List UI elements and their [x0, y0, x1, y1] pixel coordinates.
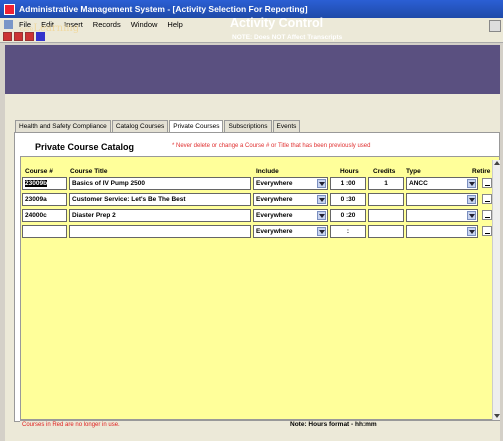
course-no-field[interactable]: 23009a [22, 193, 67, 206]
course-title-field[interactable]: Customer Service: Let's Be The Best [69, 193, 251, 206]
credits-field[interactable] [368, 193, 404, 206]
chevron-down-icon[interactable] [467, 179, 476, 188]
table-row: 23009a Customer Service: Let's Be The Be… [22, 193, 498, 206]
retire-checkbox[interactable] [482, 194, 492, 204]
page-title: Activity Control [230, 16, 324, 30]
table-row: Everywhere : [22, 225, 498, 238]
scroll-down-icon[interactable] [494, 414, 500, 418]
tab-subscriptions[interactable]: Subscriptions [224, 120, 272, 132]
chevron-down-icon[interactable] [467, 195, 476, 204]
course-no-field[interactable]: 24000c [22, 209, 67, 222]
retire-checkbox[interactable] [482, 210, 492, 220]
tab-strip: Health and Safety Compliance Catalog Cou… [15, 120, 301, 132]
type-select[interactable] [406, 193, 478, 206]
include-select[interactable]: Everywhere [253, 225, 328, 238]
include-select[interactable]: Everywhere [253, 193, 328, 206]
tab-events[interactable]: Events [272, 120, 301, 132]
col-header-course-title: Course Title [70, 168, 108, 175]
col-header-retire: Retire [472, 168, 491, 175]
exit-icon[interactable] [489, 20, 501, 32]
credits-field[interactable] [368, 209, 404, 222]
logo: careLearning [20, 23, 80, 34]
menu-records[interactable]: Records [93, 20, 121, 29]
report-icon[interactable] [3, 32, 12, 41]
chevron-down-icon[interactable] [467, 211, 476, 220]
chevron-down-icon[interactable] [317, 179, 326, 188]
hours-field[interactable]: 0 :20 [330, 209, 366, 222]
chevron-down-icon[interactable] [317, 195, 326, 204]
include-select[interactable]: Everywhere [253, 209, 328, 222]
type-select[interactable] [406, 209, 478, 222]
credits-field[interactable] [368, 225, 404, 238]
hours-field[interactable]: : [330, 225, 366, 238]
course-title-field[interactable]: Diaster Prep 2 [69, 209, 251, 222]
retire-checkbox[interactable] [482, 178, 492, 188]
course-title-field[interactable]: Basics of IV Pump 2500 [69, 177, 251, 190]
course-no-field[interactable]: 23009b [22, 177, 67, 190]
menu-window[interactable]: Window [131, 20, 158, 29]
col-header-course-no: Course # [25, 168, 53, 175]
tab-catalog-courses[interactable]: Catalog Courses [111, 120, 169, 132]
vertical-scrollbar[interactable] [492, 160, 500, 420]
col-header-type: Type [406, 168, 421, 175]
course-title-field[interactable] [69, 225, 251, 238]
retire-checkbox[interactable] [482, 226, 492, 236]
col-header-credits: Credits [373, 168, 396, 175]
table-row: 23009b Basics of IV Pump 2500 Everywhere… [22, 177, 498, 190]
menu-help[interactable]: Help [167, 20, 182, 29]
chevron-down-icon[interactable] [467, 227, 476, 236]
app-icon [4, 3, 15, 15]
header-banner [5, 45, 500, 94]
chevron-down-icon[interactable] [317, 227, 326, 236]
hours-field[interactable]: 0 :30 [330, 193, 366, 206]
scroll-up-icon[interactable] [494, 161, 500, 165]
type-select[interactable]: ANCC [406, 177, 478, 190]
hours-field[interactable]: 1 :00 [330, 177, 366, 190]
chevron-down-icon[interactable] [317, 211, 326, 220]
tab-health-safety[interactable]: Health and Safety Compliance [15, 120, 111, 132]
retired-legend: Courses in Red are no longer in use. [22, 422, 120, 428]
col-header-hours: Hours [340, 168, 359, 175]
col-header-include: Include [256, 168, 279, 175]
type-select[interactable] [406, 225, 478, 238]
warning-note: * Never delete or change a Course # or T… [172, 143, 371, 149]
document-icon [4, 20, 13, 29]
course-no-field[interactable] [22, 225, 67, 238]
page-subtitle: NOTE: Does NOT Affect Transcripts [232, 34, 343, 41]
table-row: 24000c Diaster Prep 2 Everywhere 0 :20 [22, 209, 498, 222]
hours-format-note: Note: Hours format - hh:mm [290, 421, 377, 428]
catalog-title: Private Course Catalog [35, 142, 135, 152]
window-title: Administrative Management System - [Acti… [19, 4, 308, 14]
tab-private-courses[interactable]: Private Courses [169, 120, 224, 132]
credits-field[interactable]: 1 [368, 177, 404, 190]
include-select[interactable]: Everywhere [253, 177, 328, 190]
